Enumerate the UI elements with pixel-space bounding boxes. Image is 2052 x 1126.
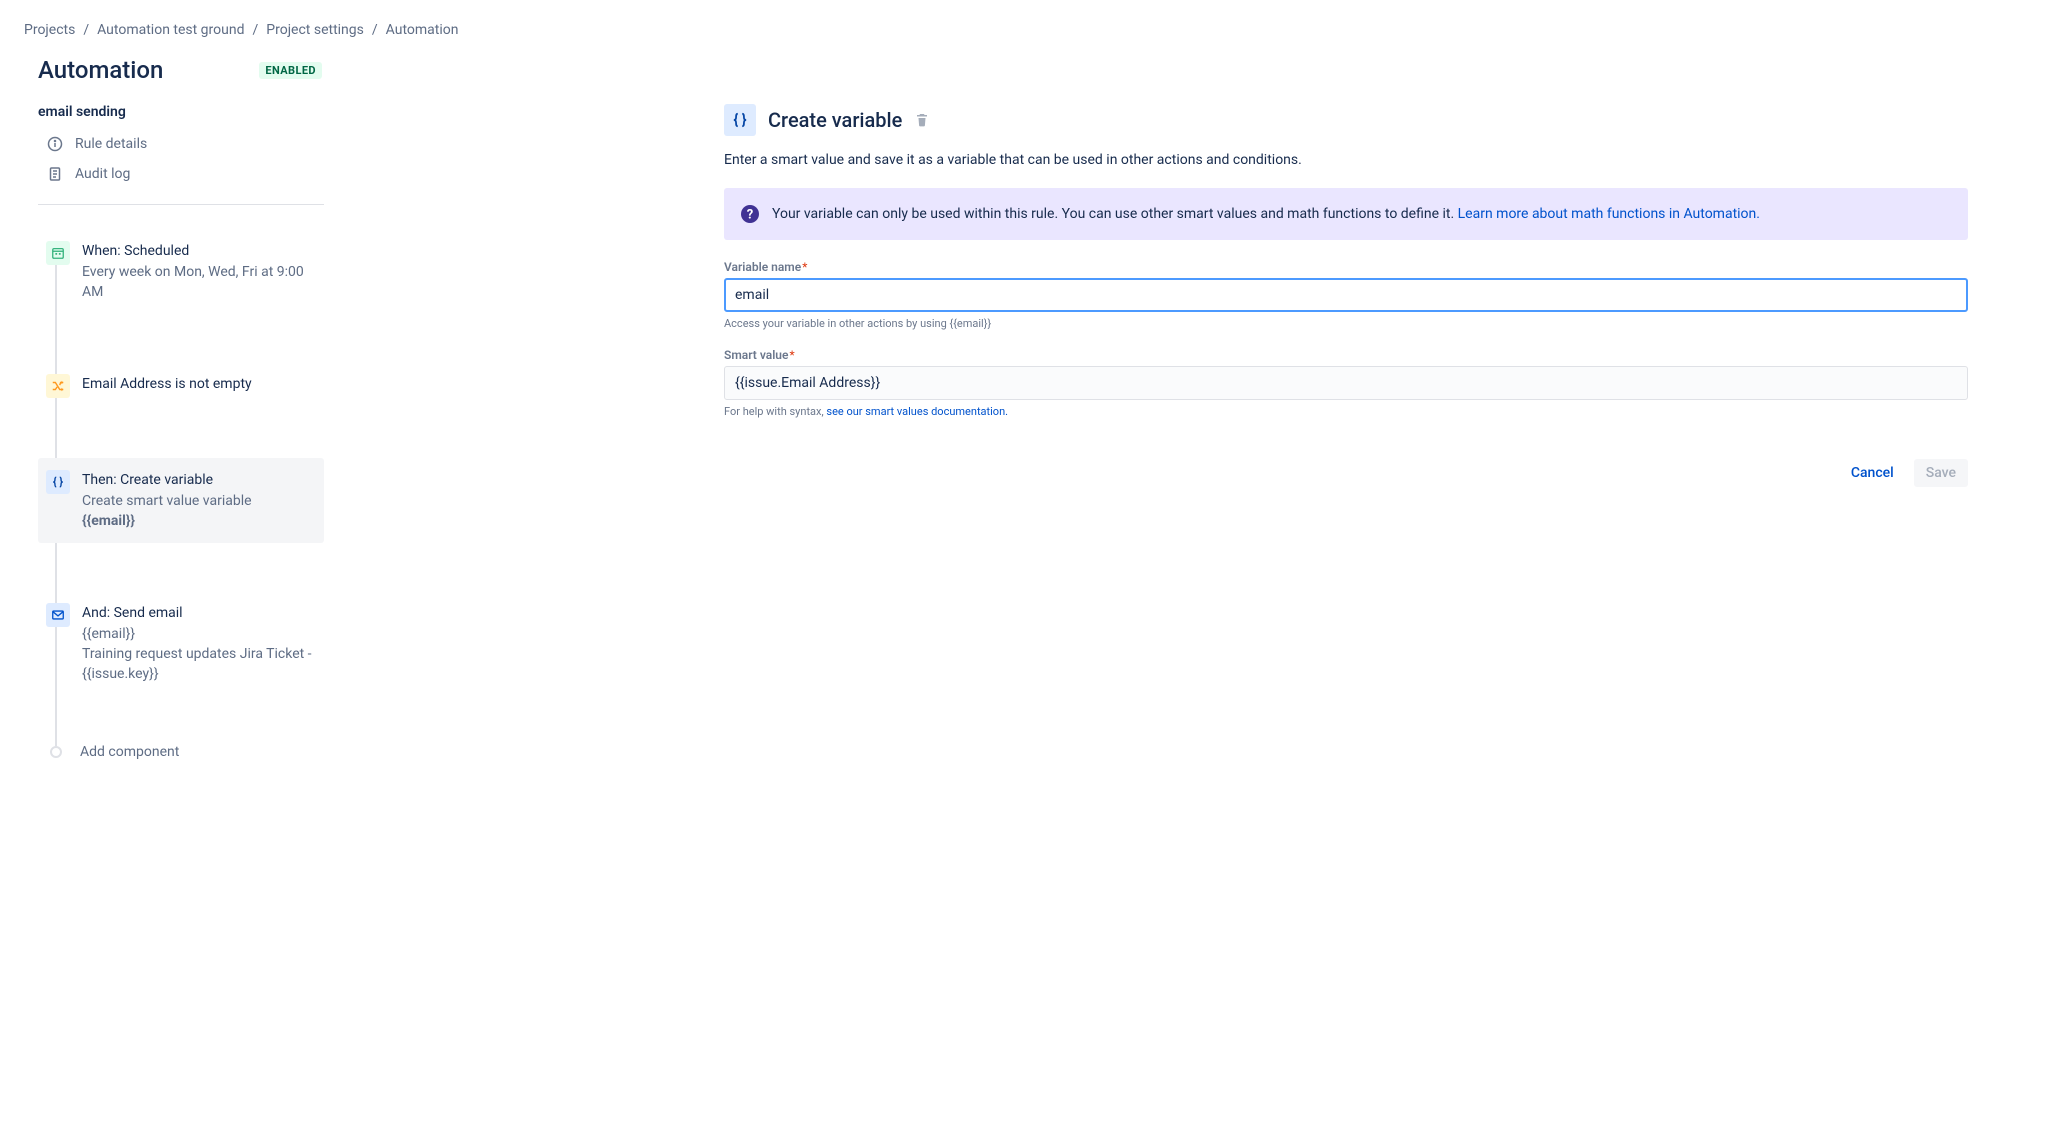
status-badge: ENABLED <box>259 62 322 79</box>
variable-name-help: Access your variable in other actions by… <box>724 316 1968 331</box>
audit-log-link[interactable]: Audit log <box>38 162 324 186</box>
page-title: Automation <box>38 56 163 84</box>
flow-trigger-description: Every week on Mon, Wed, Fri at 9:00 AM <box>82 263 316 302</box>
document-icon <box>47 166 63 182</box>
breadcrumb-current: Automation <box>386 20 459 40</box>
info-panel: ? Your variable can only be used within … <box>724 188 1968 240</box>
save-button[interactable]: Save <box>1914 459 1968 487</box>
audit-log-label: Audit log <box>75 166 130 182</box>
svg-text:?: ? <box>747 208 753 223</box>
component-config-panel: Create variable Enter a smart value and … <box>324 104 2028 760</box>
add-component-button[interactable]: Add component <box>38 744 324 760</box>
panel-title: Create variable <box>768 108 902 132</box>
flow-action1-title: Then: Create variable <box>82 472 316 488</box>
flow-action2-title: And: Send email <box>82 605 316 621</box>
panel-description: Enter a smart value and save it as a var… <box>724 152 1968 168</box>
braces-icon <box>724 104 756 136</box>
rule-details-label: Rule details <box>75 136 147 152</box>
divider <box>38 204 324 205</box>
breadcrumb: Projects / Automation test ground / Proj… <box>24 20 2028 40</box>
page-header: Automation ENABLED <box>24 56 2028 84</box>
braces-icon <box>46 470 70 494</box>
rule-name: email sending <box>38 104 324 120</box>
add-node-icon <box>50 746 62 758</box>
smart-value-label: Smart value* <box>724 348 1968 362</box>
flow-condition-title: Email Address is not empty <box>82 376 316 392</box>
delete-icon[interactable] <box>914 112 930 128</box>
info-text: Your variable can only be used within th… <box>772 206 1458 222</box>
flow-action-create-variable[interactable]: Then: Create variable Create smart value… <box>38 458 324 543</box>
flow-action-send-email[interactable]: And: Send email {{email}} Training reque… <box>38 591 324 696</box>
breadcrumb-separator: / <box>372 20 378 40</box>
rule-flow: When: Scheduled Every week on Mon, Wed, … <box>38 229 324 760</box>
required-indicator: * <box>802 260 807 274</box>
rule-sidebar: email sending Rule details Audit log <box>24 104 324 760</box>
breadcrumb-separator: / <box>252 20 258 40</box>
smart-value-help: For help with syntax, see our smart valu… <box>724 404 1968 419</box>
breadcrumb-projects[interactable]: Projects <box>24 20 75 40</box>
smart-value-docs-link[interactable]: see our smart values documentation. <box>826 405 1008 418</box>
required-indicator: * <box>789 348 794 362</box>
variable-name-label: Variable name* <box>724 260 1968 274</box>
add-component-label: Add component <box>80 744 179 760</box>
flow-condition[interactable]: Email Address is not empty <box>38 362 324 410</box>
flow-trigger[interactable]: When: Scheduled Every week on Mon, Wed, … <box>38 229 324 314</box>
calendar-icon <box>46 241 70 265</box>
rule-details-link[interactable]: Rule details <box>38 132 324 156</box>
cancel-button[interactable]: Cancel <box>1839 459 1906 487</box>
info-link[interactable]: Learn more about math functions in Autom… <box>1458 206 1760 222</box>
breadcrumb-project-settings[interactable]: Project settings <box>266 20 364 40</box>
smart-value-input[interactable] <box>724 366 1968 400</box>
breadcrumb-project[interactable]: Automation test ground <box>97 20 244 40</box>
flow-action1-description: Create smart value variable {{email}} <box>82 492 316 531</box>
button-row: Cancel Save <box>724 459 1968 487</box>
flow-trigger-title: When: Scheduled <box>82 243 316 259</box>
flow-action2-description: {{email}} Training request updates Jira … <box>82 625 316 684</box>
shuffle-icon <box>46 374 70 398</box>
help-icon: ? <box>740 204 760 224</box>
variable-name-input[interactable] <box>724 278 1968 312</box>
mail-icon <box>46 603 70 627</box>
info-icon <box>47 136 63 152</box>
breadcrumb-separator: / <box>83 20 89 40</box>
